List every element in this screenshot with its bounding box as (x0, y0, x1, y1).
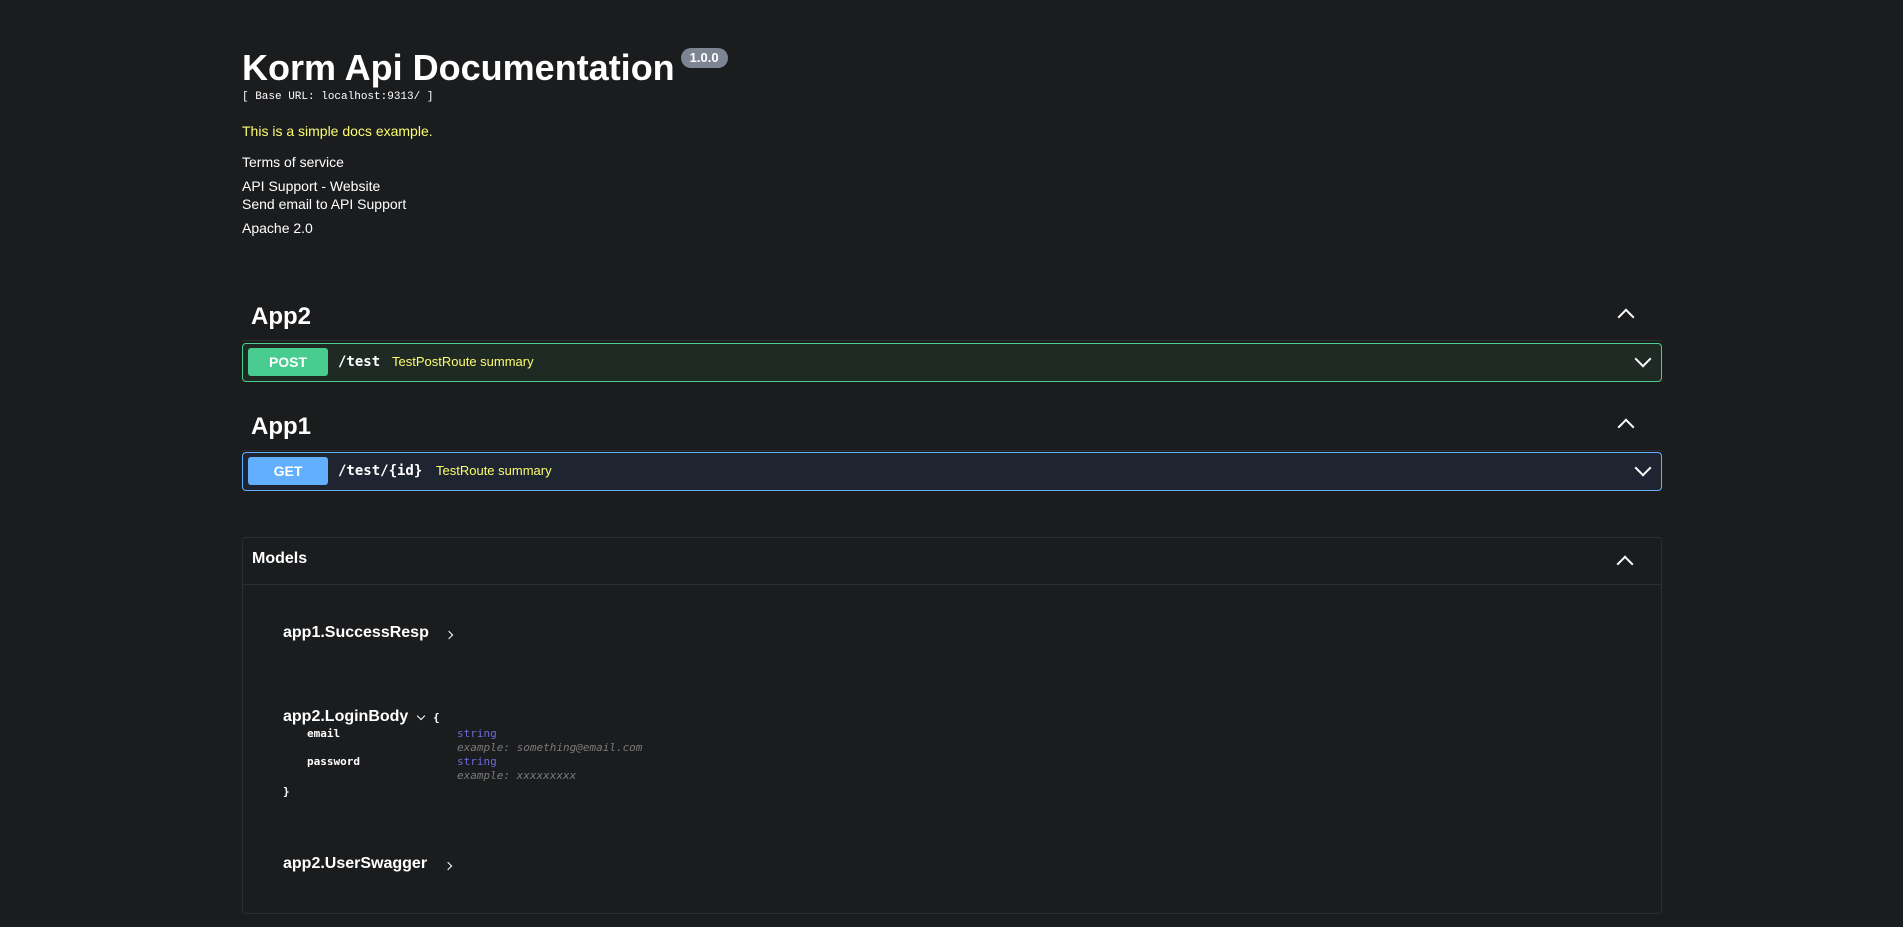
operation-path: /test/{id} (338, 463, 423, 479)
model-name-app1-successresp[interactable]: app1.SuccessResp (283, 624, 429, 642)
chevron-right-icon[interactable] (443, 861, 453, 871)
operation-summary: TestPostRoute summary (392, 354, 534, 369)
support-website-link[interactable]: API Support - Website (242, 178, 1662, 194)
tag-section-app2[interactable]: App2 (242, 290, 1662, 341)
property-type: string (457, 727, 497, 740)
base-url: [ Base URL: localhost:9313/ ] (242, 91, 434, 103)
chevron-up-icon[interactable] (1617, 418, 1635, 436)
license-link[interactable]: Apache 2.0 (242, 220, 1662, 236)
tag-section-app1[interactable]: App1 (242, 400, 1662, 451)
models-section: Models app1.SuccessResp app2.LoginBody {… (242, 537, 1662, 914)
page-title: Korm Api Documentation (242, 47, 675, 88)
property-name: password (307, 755, 360, 768)
operation-summary: TestRoute summary (436, 463, 552, 478)
method-badge: GET (248, 457, 328, 485)
property-type: string (457, 755, 497, 768)
chevron-down-icon[interactable] (1634, 459, 1652, 477)
info-section: Korm Api Documentation 1.0.0 [ Base URL:… (242, 46, 1662, 236)
tag-title: App2 (251, 303, 311, 330)
close-brace: } (283, 785, 290, 798)
tag-title: App1 (251, 413, 311, 440)
chevron-down-icon[interactable] (416, 711, 426, 721)
model-name-app2-loginbody[interactable]: app2.LoginBody (283, 708, 408, 726)
models-title: Models (252, 550, 308, 567)
model-name-app2-userswagger[interactable]: app2.UserSwagger (283, 855, 427, 873)
support-email-link[interactable]: Send email to API Support (242, 196, 1662, 212)
operation-get-test-id[interactable]: GET /test/{id} TestRoute summary (242, 452, 1662, 491)
operation-post-test[interactable]: POST /test TestPostRoute summary (242, 343, 1662, 382)
models-header[interactable]: Models (243, 538, 1661, 585)
property-example: example: something@email.com (457, 741, 643, 754)
operation-path: /test (338, 354, 381, 370)
open-brace: { (433, 711, 440, 724)
terms-of-service-link[interactable]: Terms of service (242, 154, 1662, 170)
chevron-right-icon[interactable] (444, 630, 454, 640)
version-badge: 1.0.0 (680, 48, 728, 68)
property-name: email (307, 727, 341, 740)
chevron-up-icon[interactable] (1617, 308, 1635, 326)
method-badge: POST (248, 348, 328, 376)
chevron-up-icon[interactable] (1616, 555, 1634, 573)
api-description: This is a simple docs example. (242, 123, 433, 139)
property-example: example: xxxxxxxxx (457, 769, 577, 782)
chevron-down-icon[interactable] (1634, 350, 1652, 368)
